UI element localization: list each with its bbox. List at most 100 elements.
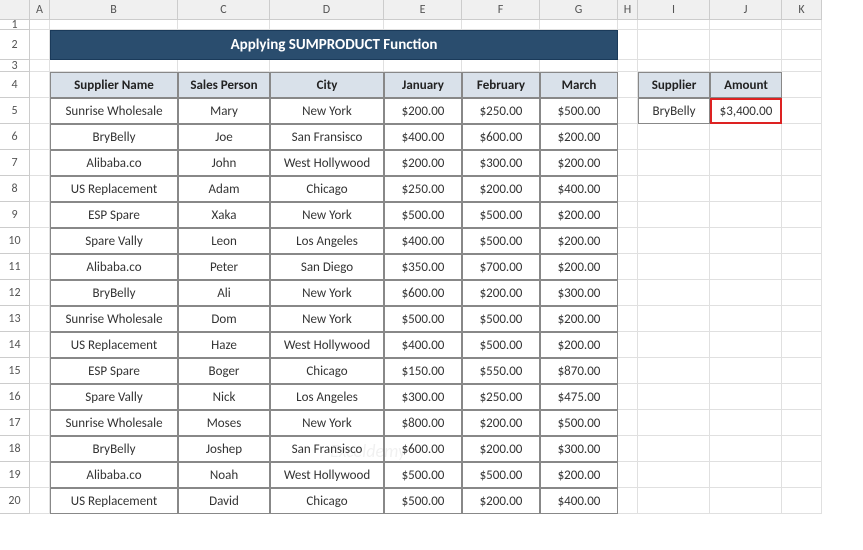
cell-B12[interactable]: BryBelly — [50, 280, 178, 306]
cell-F11[interactable]: $700.00 — [462, 254, 540, 280]
cell-D7[interactable]: West Hollywood — [270, 150, 384, 176]
cell-C18[interactable]: Joshep — [178, 436, 270, 462]
main-header-5[interactable]: March — [540, 72, 618, 98]
main-header-1[interactable]: Sales Person — [178, 72, 270, 98]
cell-C8[interactable]: Adam — [178, 176, 270, 202]
cell-E10[interactable]: $400.00 — [384, 228, 462, 254]
cell-E15[interactable]: $150.00 — [384, 358, 462, 384]
row-header-7[interactable]: 7 — [0, 150, 30, 176]
cell-E7[interactable]: $200.00 — [384, 150, 462, 176]
cell-B19[interactable]: Alibaba.co — [50, 462, 178, 488]
cell-C6[interactable]: Joe — [178, 124, 270, 150]
cell-B11[interactable]: Alibaba.co — [50, 254, 178, 280]
cell-C14[interactable]: Haze — [178, 332, 270, 358]
cell-F9[interactable]: $500.00 — [462, 202, 540, 228]
cell-D12[interactable]: New York — [270, 280, 384, 306]
col-header-k[interactable]: K — [782, 0, 822, 20]
row-header-18[interactable]: 18 — [0, 436, 30, 462]
cell-G17[interactable]: $500.00 — [540, 410, 618, 436]
side-header-1[interactable]: Amount — [710, 72, 782, 98]
cell-G11[interactable]: $200.00 — [540, 254, 618, 280]
row-header-20[interactable]: 20 — [0, 488, 30, 514]
row-header-16[interactable]: 16 — [0, 384, 30, 410]
cell-C9[interactable]: Xaka — [178, 202, 270, 228]
cell-E18[interactable]: $600.00 — [384, 436, 462, 462]
cell-B17[interactable]: Sunrise Wholesale — [50, 410, 178, 436]
cell-D8[interactable]: Chicago — [270, 176, 384, 202]
cell-D13[interactable]: New York — [270, 306, 384, 332]
cell-C15[interactable]: Boger — [178, 358, 270, 384]
cell-E9[interactable]: $500.00 — [384, 202, 462, 228]
col-header-a[interactable]: A — [30, 0, 50, 20]
cell-C16[interactable]: Nick — [178, 384, 270, 410]
cell-F7[interactable]: $300.00 — [462, 150, 540, 176]
cell-B9[interactable]: ESP Spare — [50, 202, 178, 228]
cell-D19[interactable]: West Hollywood — [270, 462, 384, 488]
cell-E11[interactable]: $350.00 — [384, 254, 462, 280]
row-header-3[interactable]: 3 — [0, 60, 30, 72]
side-amount-cell[interactable]: $3,400.00 — [710, 98, 782, 124]
cell-E6[interactable]: $400.00 — [384, 124, 462, 150]
cell-B10[interactable]: Spare Vally — [50, 228, 178, 254]
cell-D5[interactable]: New York — [270, 98, 384, 124]
cell-F14[interactable]: $500.00 — [462, 332, 540, 358]
main-header-3[interactable]: January — [384, 72, 462, 98]
row-header-17[interactable]: 17 — [0, 410, 30, 436]
cell-F12[interactable]: $200.00 — [462, 280, 540, 306]
row-header-6[interactable]: 6 — [0, 124, 30, 150]
cell-G5[interactable]: $500.00 — [540, 98, 618, 124]
cell-D14[interactable]: West Hollywood — [270, 332, 384, 358]
row-header-13[interactable]: 13 — [0, 306, 30, 332]
cell-D17[interactable]: New York — [270, 410, 384, 436]
cell-C12[interactable]: Ali — [178, 280, 270, 306]
side-header-0[interactable]: Supplier — [638, 72, 710, 98]
cell-F20[interactable]: $200.00 — [462, 488, 540, 514]
cell-E17[interactable]: $800.00 — [384, 410, 462, 436]
cell-F8[interactable]: $200.00 — [462, 176, 540, 202]
cell-D20[interactable]: Chicago — [270, 488, 384, 514]
cell-F10[interactable]: $500.00 — [462, 228, 540, 254]
cell-F18[interactable]: $200.00 — [462, 436, 540, 462]
cell-G9[interactable]: $200.00 — [540, 202, 618, 228]
col-header-h[interactable]: H — [618, 0, 638, 20]
cell-C10[interactable]: Leon — [178, 228, 270, 254]
cell-G7[interactable]: $200.00 — [540, 150, 618, 176]
row-header-15[interactable]: 15 — [0, 358, 30, 384]
row-header-5[interactable]: 5 — [0, 98, 30, 124]
cell-C17[interactable]: Moses — [178, 410, 270, 436]
cell-B8[interactable]: US Replacement — [50, 176, 178, 202]
cell-G18[interactable]: $300.00 — [540, 436, 618, 462]
cell-B13[interactable]: Sunrise Wholesale — [50, 306, 178, 332]
cell-F15[interactable]: $550.00 — [462, 358, 540, 384]
col-header-b[interactable]: B — [50, 0, 178, 20]
main-header-4[interactable]: February — [462, 72, 540, 98]
cell-C20[interactable]: David — [178, 488, 270, 514]
main-header-0[interactable]: Supplier Name — [50, 72, 178, 98]
cell-F19[interactable]: $500.00 — [462, 462, 540, 488]
cell-F6[interactable]: $600.00 — [462, 124, 540, 150]
col-header-j[interactable]: J — [710, 0, 782, 20]
cell-D15[interactable]: Chicago — [270, 358, 384, 384]
cell-B15[interactable]: ESP Spare — [50, 358, 178, 384]
cell-E5[interactable]: $200.00 — [384, 98, 462, 124]
cell-B6[interactable]: BryBelly — [50, 124, 178, 150]
row-header-9[interactable]: 9 — [0, 202, 30, 228]
col-header-i[interactable]: I — [638, 0, 710, 20]
cell-D18[interactable]: San Fransisco — [270, 436, 384, 462]
cell-E12[interactable]: $600.00 — [384, 280, 462, 306]
cell-C11[interactable]: Peter — [178, 254, 270, 280]
cell-C19[interactable]: Noah — [178, 462, 270, 488]
row-header-19[interactable]: 19 — [0, 462, 30, 488]
side-supplier-cell[interactable]: BryBelly — [638, 98, 710, 124]
row-header-10[interactable]: 10 — [0, 228, 30, 254]
cell-E16[interactable]: $300.00 — [384, 384, 462, 410]
cell-G12[interactable]: $300.00 — [540, 280, 618, 306]
cell-B5[interactable]: Sunrise Wholesale — [50, 98, 178, 124]
cell-D10[interactable]: Los Angeles — [270, 228, 384, 254]
row-header-4[interactable]: 4 — [0, 72, 30, 98]
col-header-c[interactable]: C — [178, 0, 270, 20]
cell-G10[interactable]: $200.00 — [540, 228, 618, 254]
cell-F13[interactable]: $500.00 — [462, 306, 540, 332]
col-header-d[interactable]: D — [270, 0, 384, 20]
cell-G15[interactable]: $870.00 — [540, 358, 618, 384]
